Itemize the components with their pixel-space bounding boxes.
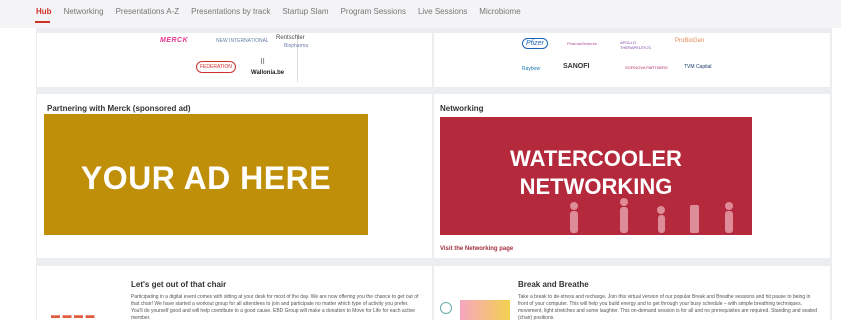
sanofi-logo[interactable]: SANOFI: [563, 63, 589, 70]
nav-tabs: Hub Networking Presentations A-Z Present…: [36, 7, 521, 16]
chair-graphic: ▬ ▬ ▬ ▬: [51, 310, 95, 320]
merck-logo[interactable]: MERCK: [160, 37, 188, 44]
sponsor-divider: [297, 34, 298, 82]
chair-title: Let's get out of that chair: [131, 280, 227, 289]
rentschler-logo[interactable]: Rentschler: [276, 35, 305, 41]
watercooler-networking-banner[interactable]: WATERCOOLER NETWORKING: [440, 117, 752, 235]
rentschler-sub-text: Biopharma: [284, 43, 309, 49]
tab-hub[interactable]: Hub: [36, 7, 52, 16]
tab-microbiome[interactable]: Microbiome: [479, 7, 520, 16]
networking-title: Networking: [440, 104, 484, 113]
chair-description: Participating in a digital event comes w…: [131, 294, 419, 320]
tab-networking[interactable]: Networking: [64, 7, 104, 16]
apollo-logo[interactable]: APOLLO THERAPEUTICS: [620, 40, 660, 50]
break-description: Take a break to de-stress and recharge. …: [518, 294, 817, 320]
break-icon: [440, 302, 452, 314]
raybow-logo[interactable]: Raybow: [522, 66, 540, 72]
tab-presentations-a-z[interactable]: Presentations A-Z: [116, 7, 180, 16]
tab-live-sessions[interactable]: Live Sessions: [418, 7, 467, 16]
sofinova-logo[interactable]: SOFINOVA PARTNERS: [625, 65, 668, 70]
banner-line-1: WATERCOOLER: [510, 146, 682, 171]
federation-logo[interactable]: FEDERATION: [196, 61, 236, 73]
probiogen-logo[interactable]: ProBioGen: [675, 38, 704, 44]
tvm-capital-logo[interactable]: TVM Capital: [684, 64, 712, 70]
pfizer-logo[interactable]: Pfizer: [522, 38, 548, 49]
tab-startup-slam[interactable]: Startup Slam: [282, 7, 328, 16]
wallonia-dots-icon: ⠿: [260, 59, 266, 66]
ad-text: YOUR AD HERE: [80, 160, 332, 196]
partnering-title: Partnering with Merck (sponsored ad): [47, 104, 191, 113]
active-tab-indicator: [35, 21, 50, 23]
break-title: Break and Breathe: [518, 280, 589, 289]
pharmaventures-logo[interactable]: PharmaVentures: [567, 41, 597, 46]
break-image: [460, 300, 510, 320]
tab-program-sessions[interactable]: Program Sessions: [341, 7, 406, 16]
tab-presentations-by-track[interactable]: Presentations by track: [191, 7, 270, 16]
top-nav: Hub Networking Presentations A-Z Present…: [0, 0, 841, 28]
sponsored-ad-banner[interactable]: YOUR AD HERE: [44, 114, 368, 235]
visit-networking-link[interactable]: Visit the Networking page: [440, 246, 513, 252]
new-international-logo[interactable]: NEW INTERNATIONAL: [216, 38, 269, 44]
wallonia-logo[interactable]: Wallonia.be: [251, 70, 284, 76]
people-illustration: [570, 198, 733, 233]
